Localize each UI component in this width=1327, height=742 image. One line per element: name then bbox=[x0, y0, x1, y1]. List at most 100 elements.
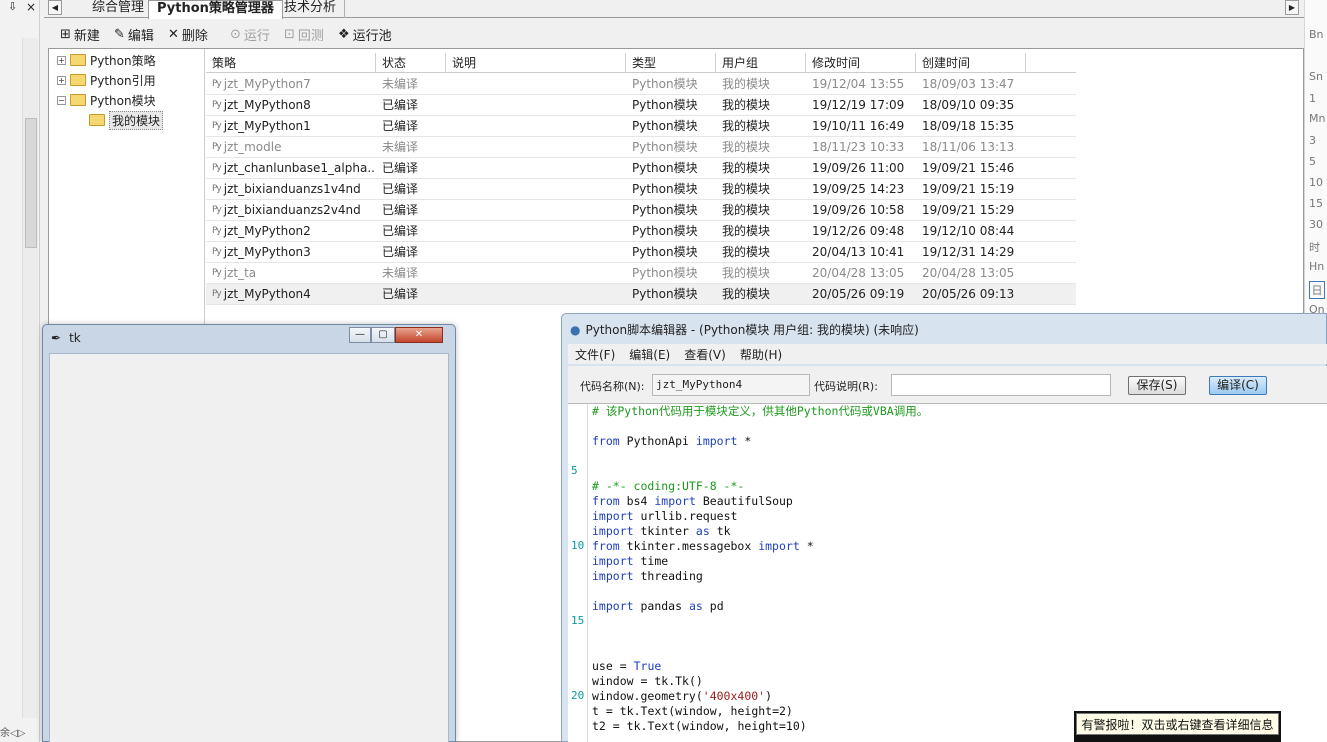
cell-text: 未编译 bbox=[382, 266, 419, 280]
cell-text: 我的模块 bbox=[722, 77, 771, 91]
cell-text: jzt_bixianduanzs1v4nd bbox=[223, 182, 361, 196]
table-cell-created: 19/09/21 15:29 bbox=[916, 200, 1026, 221]
code-desc-field[interactable] bbox=[891, 374, 1111, 396]
period-item[interactable]: 30 bbox=[1309, 218, 1327, 231]
backtest-icon: ⊡ bbox=[284, 26, 295, 42]
editor-titlebar[interactable]: ● Python脚本编辑器 - (Python模块 用户组: 我的模块) (未响… bbox=[570, 321, 919, 338]
tree-item-label: Python模块 bbox=[90, 93, 156, 108]
menu-file[interactable]: 文件(F) bbox=[575, 346, 615, 363]
play-circle-icon: ⊙ bbox=[230, 26, 241, 42]
left-strip-footer[interactable]: 余◁▷ bbox=[0, 724, 40, 742]
column-header-status[interactable]: 状态 bbox=[376, 53, 446, 73]
column-header-modified[interactable]: 修改时间 bbox=[806, 53, 916, 73]
new-button[interactable]: ⊞ 新建 bbox=[60, 25, 100, 44]
tree-item-python-strategy[interactable]: + Python策略 bbox=[57, 51, 156, 69]
menu-edit[interactable]: 编辑(E) bbox=[629, 346, 670, 363]
cell-text: jzt_MyPython3 bbox=[223, 245, 311, 259]
column-header-strategy[interactable]: 策略 bbox=[206, 53, 376, 73]
python-script-editor[interactable]: ● Python脚本编辑器 - (Python模块 用户组: 我的模块) (未响… bbox=[561, 313, 1327, 742]
table-cell-status: 已编译 bbox=[376, 116, 446, 137]
tree-item-my-module[interactable]: 我的模块 bbox=[89, 110, 164, 130]
tab-scroll-left-button[interactable]: ◀ bbox=[48, 0, 62, 15]
table-row[interactable]: Py jzt_MyPython3 已编译 Python模块 我的模块 20/04/13 1… bbox=[206, 242, 1076, 263]
code-line: # -*- coding:UTF-8 -*- bbox=[592, 479, 745, 493]
left-scrollbar[interactable] bbox=[22, 38, 38, 718]
cell-text: 19/10/11 16:49 bbox=[812, 119, 905, 133]
column-header-user-group[interactable]: 用户组 bbox=[716, 53, 806, 73]
run-pool-button[interactable]: ❖ 运行池 bbox=[338, 25, 392, 44]
table-row[interactable]: Py jzt_MyPython8 已编译 Python模块 我的模块 19/12/19 1… bbox=[206, 95, 1076, 116]
tk-window[interactable]: ✒ tk — ▢ ✕ bbox=[42, 324, 456, 742]
code-editor[interactable]: 5 10 15 20 # 该Python代码用于模块定义，供其他Python代码… bbox=[568, 403, 1327, 742]
table-row[interactable]: Py jzt_MyPython2 已编译 Python模块 我的模块 19/12/26 0… bbox=[206, 221, 1076, 242]
expand-icon[interactable]: + bbox=[57, 55, 66, 65]
python-module-icon: Py bbox=[212, 289, 222, 299]
period-item[interactable]: 时 bbox=[1309, 239, 1327, 255]
column-header-description[interactable]: 说明 bbox=[446, 53, 626, 73]
tab-technical-analysis[interactable]: 技术分析 bbox=[276, 0, 346, 18]
run-button[interactable]: ⊙ 运行 bbox=[230, 25, 270, 44]
tab-scroll-right-button[interactable]: ▶ bbox=[1285, 0, 1299, 15]
compile-button[interactable]: 编译(C) bbox=[1209, 376, 1267, 395]
table-cell-created: 18/11/06 13:13 bbox=[916, 137, 1026, 158]
table-cell-created: 19/12/10 08:44 bbox=[916, 221, 1026, 242]
period-item[interactable]: 3 bbox=[1309, 134, 1327, 147]
menu-help[interactable]: 帮助(H) bbox=[740, 346, 782, 363]
table-row[interactable]: Py jzt_bixianduanzs2v4nd 已编译 Python模块 我的模块 19… bbox=[206, 200, 1076, 221]
line-number-gutter: 5 10 15 20 bbox=[568, 404, 588, 742]
table-row[interactable]: Py jzt_MyPython4 已编译 Python模块 我的模块 20/05/26 0… bbox=[206, 284, 1076, 305]
pin-icon[interactable]: ⇩ bbox=[8, 0, 17, 13]
table-row[interactable]: Py jzt_MyPython7 未编译 Python模块 我的模块 19/12/04 1… bbox=[206, 74, 1076, 95]
tree-item-python-reference[interactable]: + Python引用 bbox=[57, 71, 156, 89]
close-icon[interactable]: × bbox=[26, 0, 36, 14]
edit-label: 编辑 bbox=[127, 28, 154, 44]
save-button[interactable]: 保存(S) bbox=[1128, 376, 1186, 395]
maximize-button[interactable]: ▢ bbox=[371, 327, 395, 343]
table-row[interactable]: Py jzt_modle 未编译 Python模块 我的模块 18/11/23 10:33… bbox=[206, 137, 1076, 158]
tab-comprehensive[interactable]: 综合管理 bbox=[84, 0, 154, 18]
collapse-icon[interactable]: − bbox=[57, 95, 66, 105]
backtest-button[interactable]: ⊡ 回测 bbox=[284, 25, 324, 44]
tree-item-python-module[interactable]: − Python模块 bbox=[57, 91, 156, 109]
alert-notification[interactable]: 有警报啦！双击或右键查看详细信息 bbox=[1074, 711, 1281, 742]
table-cell-status: 已编译 bbox=[376, 242, 446, 263]
menu-view[interactable]: 查看(V) bbox=[684, 346, 726, 363]
minimize-button[interactable]: — bbox=[349, 327, 371, 343]
tab-python-strategy-manager[interactable]: Python策略管理器 bbox=[148, 0, 283, 19]
period-item[interactable]: 1 bbox=[1309, 92, 1327, 105]
tk-titlebar[interactable]: ✒ tk bbox=[51, 331, 81, 345]
table-row[interactable]: Py jzt_ta 未编译 Python模块 我的模块 20/04/28 13:05 20/… bbox=[206, 263, 1076, 284]
code-line: use = True bbox=[592, 659, 662, 673]
table-row[interactable]: Py jzt_bixianduanzs1v4nd 已编译 Python模块 我的模块 19… bbox=[206, 179, 1076, 200]
period-item[interactable]: Sn bbox=[1309, 70, 1327, 83]
column-header-created[interactable]: 创建时间 bbox=[916, 53, 1026, 73]
code-name-field[interactable]: jzt_MyPython4 bbox=[652, 374, 810, 396]
period-item[interactable]: Hn bbox=[1309, 260, 1327, 273]
python-module-icon: Py bbox=[212, 79, 222, 89]
scrollbar-thumb[interactable] bbox=[25, 118, 37, 248]
period-item-selected[interactable]: 日 bbox=[1309, 281, 1325, 299]
period-item[interactable]: Bn bbox=[1309, 28, 1327, 41]
period-item[interactable]: 15 bbox=[1309, 197, 1327, 210]
period-item[interactable]: 5 bbox=[1309, 155, 1327, 168]
table-cell-status: 未编译 bbox=[376, 74, 446, 95]
table-row[interactable]: Py jzt_chanlunbase1_alpha... 已编译 Python模块 我的… bbox=[206, 158, 1076, 179]
table-cell-name: Py jzt_MyPython2 bbox=[206, 221, 376, 242]
tree-item-label: Python策略 bbox=[90, 53, 156, 68]
expand-icon[interactable]: + bbox=[57, 75, 66, 85]
table-cell-desc bbox=[446, 200, 626, 221]
table-cell-created: 20/04/28 13:05 bbox=[916, 263, 1026, 284]
close-button[interactable]: ✕ bbox=[395, 327, 443, 343]
period-item[interactable]: Mn bbox=[1309, 112, 1327, 125]
cell-text: 我的模块 bbox=[722, 266, 771, 280]
alert-notification-text: 有警报啦！双击或右键查看详细信息 bbox=[1076, 713, 1279, 735]
tk-window-body[interactable] bbox=[49, 353, 449, 742]
delete-button[interactable]: ✕ 删除 bbox=[168, 25, 208, 44]
cell-text: 我的模块 bbox=[722, 98, 771, 112]
edit-button[interactable]: ✎ 编辑 bbox=[114, 25, 154, 44]
python-module-icon: Py bbox=[212, 268, 222, 278]
table-row[interactable]: Py jzt_MyPython1 已编译 Python模块 我的模块 19/10/11 1… bbox=[206, 116, 1076, 137]
feather-icon: ✒ bbox=[51, 331, 62, 345]
column-header-type[interactable]: 类型 bbox=[626, 53, 716, 73]
period-item[interactable]: 10 bbox=[1309, 176, 1327, 189]
